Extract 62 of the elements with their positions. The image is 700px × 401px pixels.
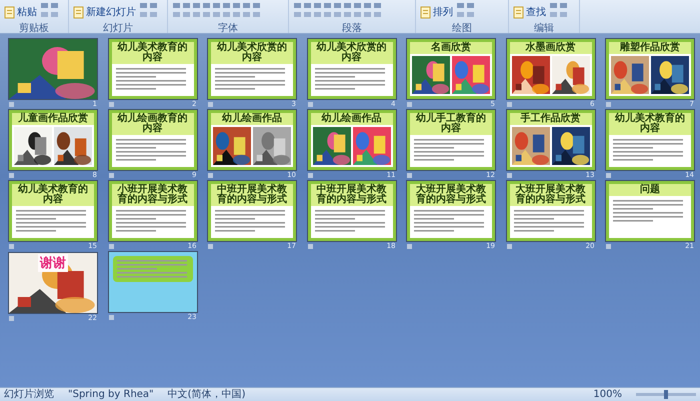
zoom-slider[interactable] [664, 390, 668, 399]
slide-title: 中班开展美术教育的内容与形式 [310, 184, 392, 206]
ribbon-button[interactable]: 粘贴 [4, 6, 37, 18]
slide-title: 中班开展美术教育的内容与形式 [211, 184, 293, 206]
slide-title: 幼儿美术教育的内容 [112, 42, 194, 64]
slide-thumbnail[interactable]: 小班开展美术教育的内容与形式 [108, 180, 198, 242]
ribbon-button[interactable]: 新建幻灯片 [73, 6, 136, 18]
slide-title: 幼儿美术教育的内容 [12, 184, 94, 206]
slide-thumbnail[interactable]: 幼儿绘画教育的内容 [108, 109, 198, 171]
slide-thumbnail[interactable]: 幼儿手工教育的内容 [406, 109, 496, 171]
slide-title: 幼儿手工教育的内容 [410, 113, 492, 135]
slide-title: 大班开展美术教育的内容与形式 [510, 184, 592, 206]
slide-title: 幼儿美术欣赏的内容 [310, 42, 392, 64]
slide-title: 幼儿绘画作品 [310, 113, 392, 125]
group-label: 幻灯片 [102, 23, 134, 34]
document-icon [73, 6, 84, 18]
slide-title: 雕塑作品欣赏 [609, 42, 691, 54]
group-label: 编辑 [533, 23, 555, 34]
slide-thumbnail[interactable]: 幼儿绘画作品 [306, 109, 396, 171]
slide-title: 幼儿绘画教育的内容 [112, 113, 194, 135]
slide-title: 名画欣赏 [410, 42, 492, 54]
ribbon-button[interactable]: 查找 [513, 6, 546, 18]
slide-title: 水墨画欣赏 [510, 42, 592, 54]
slide-thumbnail[interactable]: 手工作品欣赏 [506, 109, 596, 171]
slide-thumbnail[interactable]: 名画欣赏 [406, 38, 496, 100]
group-label: 字体 [217, 23, 239, 34]
slide-thumbnail[interactable]: 雕塑作品欣赏 [605, 38, 695, 100]
slide-thumbnail[interactable]: 儿童画作品欣赏 [8, 109, 98, 171]
slide-title: 问题 [609, 184, 691, 196]
slide-thumbnail[interactable]: 幼儿美术教育的内容 [108, 38, 198, 100]
slide-thumbnail[interactable]: 幼儿绘画作品 [207, 109, 297, 171]
slide-thumbnail[interactable]: 中班开展美术教育的内容与形式 [306, 180, 396, 242]
slide-title: 儿童画作品欣赏 [12, 113, 94, 125]
slide-thumbnail[interactable]: 大班开展美术教育的内容与形式 [406, 180, 496, 242]
slide-thumbnail[interactable]: 中班开展美术教育的内容与形式 [207, 180, 297, 242]
document-icon [4, 6, 15, 18]
slide-title: 小班开展美术教育的内容与形式 [112, 184, 194, 206]
group-label: 绘图 [451, 23, 473, 34]
slide-thumbnail[interactable]: 谢谢 [8, 252, 98, 314]
slide-title: 大班开展美术教育的内容与形式 [410, 184, 492, 206]
group-label: 剪贴板 [18, 23, 50, 34]
slide-thumbnail[interactable]: 幼儿美术欣赏的内容 [306, 38, 396, 100]
slide-thumbnail[interactable]: 幼儿美术教育的内容 [8, 180, 98, 242]
ribbon-button[interactable]: 排列 [420, 6, 453, 18]
slide-thumbnail[interactable]: 问题 [605, 180, 695, 242]
group-label: 段落 [341, 23, 363, 34]
slide-thumbnail[interactable]: 幼儿美术教育的内容 [605, 109, 695, 171]
slide-title: 幼儿美术教育的内容 [609, 113, 691, 135]
theme-label: "Spring by Rhea" [68, 388, 154, 400]
slide-title: 幼儿美术欣赏的内容 [211, 42, 293, 64]
document-icon [420, 6, 431, 18]
slide-thumbnail[interactable] [108, 251, 198, 313]
zoom-level[interactable]: 100% [593, 388, 622, 400]
language-label: 中文(简体，中国) [168, 388, 246, 400]
slide-thumbnail[interactable]: 大班开展美术教育的内容与形式 [506, 180, 596, 242]
slide-thumbnail[interactable]: 幼儿美术欣赏的内容 [207, 38, 297, 100]
slide-title: 谢谢 [38, 254, 68, 272]
document-icon [513, 6, 524, 18]
slide-title: 手工作品欣赏 [510, 113, 592, 125]
slide-thumbnail[interactable]: 水墨画欣赏 [506, 38, 596, 100]
view-label: 幻灯片浏览 [4, 388, 54, 400]
slide-title: 幼儿绘画作品 [211, 113, 293, 125]
